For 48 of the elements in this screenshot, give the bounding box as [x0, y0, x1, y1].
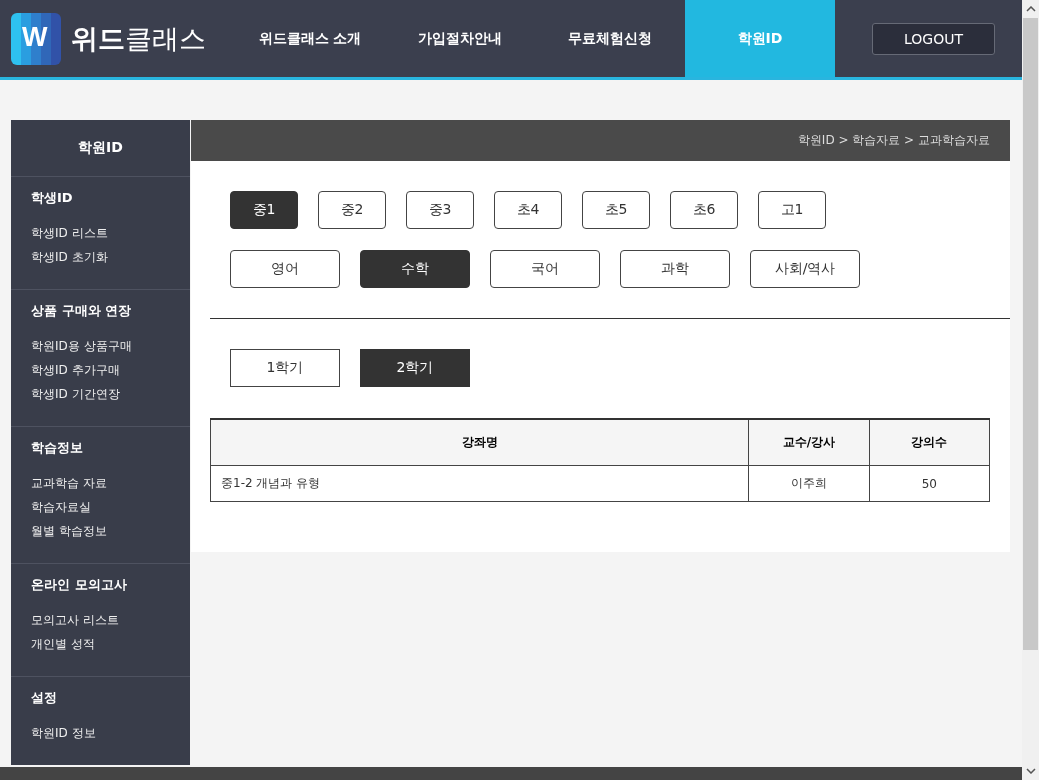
column-header: 강의수 — [869, 419, 990, 466]
section-heading: 학생ID — [31, 189, 73, 207]
section-heading: 온라인 모의고사 — [31, 576, 127, 594]
sidebar-title: 학원ID — [11, 120, 190, 177]
sidebar-link[interactable]: 월별 학습정보 — [31, 519, 107, 543]
sidebar-link[interactable]: 학생ID 기간연장 — [31, 382, 120, 406]
nav-tab[interactable]: 무료체험신청 — [535, 0, 685, 77]
sidebar-link[interactable]: 학습자료실 — [31, 495, 91, 519]
scroll-up-icon[interactable] — [1025, 6, 1036, 12]
grade-button[interactable]: 중3 — [406, 191, 474, 229]
grade-button[interactable]: 초6 — [670, 191, 738, 229]
semester-button[interactable]: 1학기 — [230, 349, 340, 387]
sidebar-link[interactable]: 개인별 성적 — [31, 632, 95, 656]
breadcrumb: 학원ID > 학습자료 > 교과학습자료 — [797, 132, 990, 149]
sidebar-link[interactable]: 학생ID 리스트 — [31, 221, 108, 245]
sidebar-link[interactable]: 학원ID 정보 — [31, 721, 96, 745]
nav-tab[interactable]: 가입절차안내 — [385, 0, 535, 77]
table-cell: 이주희 — [748, 465, 870, 502]
sidebar-link[interactable]: 교과학습 자료 — [31, 471, 107, 495]
semester-button[interactable]: 2학기 — [360, 349, 470, 387]
nav-tab[interactable]: 위드클래스 소개 — [235, 0, 385, 77]
subject-button[interactable]: 수학 — [360, 250, 470, 288]
logo-letter: W — [22, 21, 48, 53]
sidebar-link[interactable]: 학생ID 추가구매 — [31, 358, 120, 382]
sidebar-link[interactable]: 학원ID용 상품구매 — [31, 334, 132, 358]
subject-button[interactable]: 과학 — [620, 250, 730, 288]
logout-button[interactable]: LOGOUT — [872, 22, 995, 55]
subject-button[interactable]: 국어 — [490, 250, 600, 288]
grade-button[interactable]: 초4 — [494, 191, 562, 229]
section-heading: 상품 구매와 연장 — [31, 302, 132, 320]
scrollbar-thumb[interactable] — [1023, 18, 1038, 650]
grade-button[interactable]: 중2 — [318, 191, 386, 229]
table-cell: 50 — [869, 465, 990, 502]
section-heading: 설정 — [31, 689, 57, 707]
grade-button[interactable]: 중1 — [230, 191, 298, 229]
grade-button[interactable]: 초5 — [582, 191, 650, 229]
section-heading: 학습정보 — [31, 439, 83, 457]
subject-button[interactable]: 사회/역사 — [750, 250, 860, 288]
sidebar-link[interactable]: 학생ID 초기화 — [31, 245, 108, 269]
table-cell[interactable]: 중1-2 개념과 유형 — [210, 465, 749, 502]
scroll-down-icon[interactable] — [1025, 768, 1036, 774]
subject-button[interactable]: 영어 — [230, 250, 340, 288]
column-header: 강좌명 — [210, 419, 749, 466]
logo-text[interactable]: 위드클래스 — [71, 20, 206, 57]
column-header: 교수/강사 — [748, 419, 870, 466]
scrollbar[interactable] — [1022, 0, 1039, 780]
sidebar-link[interactable]: 모의고사 리스트 — [31, 608, 119, 632]
grade-button[interactable]: 고1 — [758, 191, 826, 229]
